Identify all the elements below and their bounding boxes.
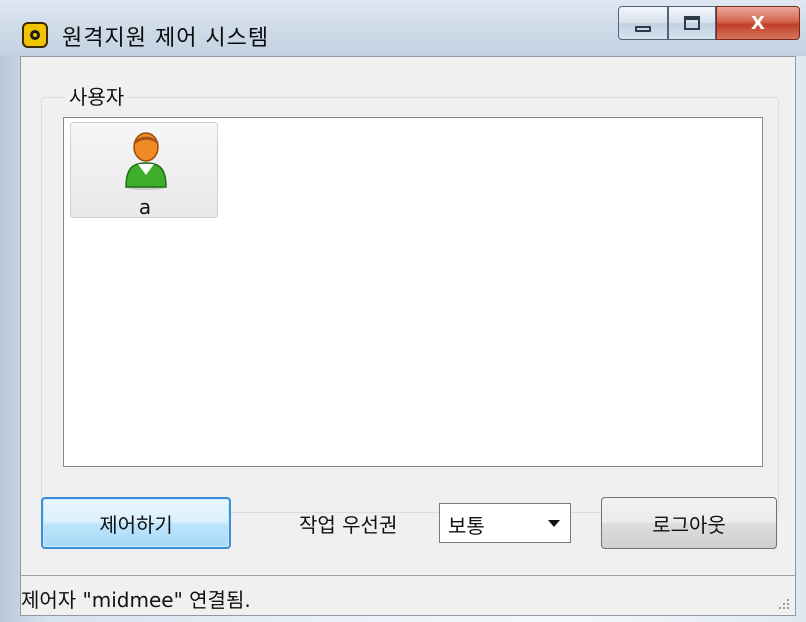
resize-grip-icon[interactable] — [777, 597, 791, 611]
minimize-icon — [635, 26, 651, 32]
status-text: 제어자 "midmee" 연결됨. — [21, 588, 251, 612]
close-icon: X — [751, 12, 765, 34]
control-button[interactable]: 제어하기 — [41, 497, 231, 549]
status-bar: 제어자 "midmee" 연결됨. — [21, 575, 795, 615]
minimize-button[interactable] — [618, 6, 668, 40]
logout-button[interactable]: 로그아웃 — [601, 497, 777, 549]
window-title: 원격지원 제어 시스템 — [62, 26, 270, 51]
user-icon — [125, 132, 167, 190]
user-name: a — [138, 195, 152, 219]
title-bar[interactable]: 원격지원 제어 시스템 X — [0, 0, 806, 56]
maximize-icon — [684, 16, 700, 30]
users-group-label: 사용자 — [65, 81, 129, 110]
close-button[interactable]: X — [716, 6, 800, 40]
maximize-button[interactable] — [668, 6, 716, 40]
caption-buttons: X — [618, 6, 800, 44]
priority-select-value: 보통 — [448, 514, 485, 538]
user-tile[interactable]: a — [70, 122, 218, 219]
priority-label: 작업 우선권 — [299, 513, 398, 537]
priority-select[interactable]: 보통 — [439, 503, 571, 543]
user-list[interactable]: a — [63, 117, 763, 467]
app-logo-icon[interactable] — [22, 22, 48, 48]
dropdown-arrow-icon — [548, 520, 560, 527]
app-window: 원격지원 제어 시스템 X 사용자 a 제어하기 작업 우선권 보통 로그아웃 … — [0, 0, 806, 622]
client-area: 사용자 a 제어하기 작업 우선권 보통 로그아웃 제어자 "midmee" 연… — [20, 56, 796, 616]
